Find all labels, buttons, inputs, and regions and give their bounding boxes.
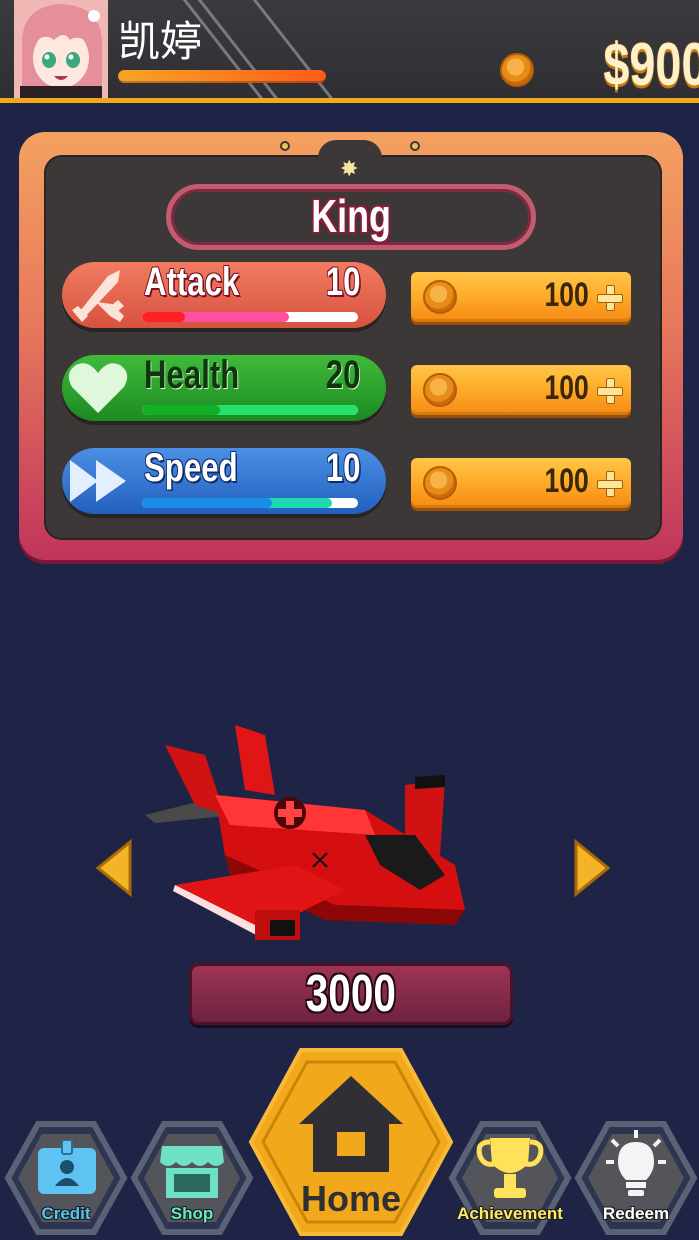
- stat-label: Attack: [144, 260, 240, 304]
- money-counter: $900: [602, 31, 699, 98]
- next-ship-arrow[interactable]: [572, 838, 612, 898]
- ship-name: King: [311, 190, 391, 242]
- plane-model: [145, 725, 465, 940]
- experience-bar: [118, 70, 326, 83]
- coin-icon: [423, 373, 457, 407]
- nav-credit[interactable]: Credit: [4, 1120, 128, 1236]
- stat-health: Health 20: [62, 353, 386, 421]
- rivet-icon: [280, 141, 290, 151]
- stat-progress-base: [142, 312, 186, 322]
- nav-label: Home: [300, 1178, 402, 1219]
- nav-label: Achievement: [457, 1204, 563, 1223]
- upgrade-cost: 100: [544, 462, 589, 500]
- swords-icon: [72, 270, 124, 322]
- nav-home[interactable]: Home: [245, 1044, 457, 1240]
- avatar[interactable]: [14, 0, 108, 98]
- stat-progress-bar: [142, 312, 358, 322]
- ship-price: 3000: [305, 965, 397, 1023]
- stat-progress-base: [142, 405, 220, 415]
- upgrade-cost: 100: [544, 369, 589, 407]
- star-icon: ✸: [340, 156, 359, 181]
- ship-name-plate: King: [166, 184, 536, 250]
- stat-speed: Speed 10: [62, 446, 386, 514]
- nav-label: Redeem: [602, 1204, 670, 1223]
- shop-icon: [160, 1146, 224, 1198]
- stat-progress-bar: [142, 498, 358, 508]
- stat-progress-base: [142, 498, 272, 508]
- stat-label: Speed: [144, 446, 238, 490]
- upgrade-cost: 100: [544, 276, 589, 314]
- rivet-icon: [410, 141, 420, 151]
- plus-icon: [597, 285, 623, 311]
- upgrade-speed-button[interactable]: 100: [411, 458, 631, 508]
- nav-label: Shop: [170, 1204, 214, 1223]
- top-bar: 凯婷 $900: [0, 0, 699, 103]
- upgrade-health-button[interactable]: 100: [411, 365, 631, 415]
- coin-icon: [423, 466, 457, 500]
- coin-icon: [423, 280, 457, 314]
- nav-redeem[interactable]: Redeem: [574, 1120, 698, 1236]
- ship-price-plate[interactable]: 3000: [189, 963, 513, 1025]
- coin-icon: [500, 53, 534, 87]
- plus-icon: [597, 378, 623, 404]
- stat-attack: Attack 10: [62, 260, 386, 328]
- stat-label: Health: [144, 353, 240, 397]
- stat-value: 10: [325, 260, 360, 304]
- fast-forward-icon: [70, 460, 126, 502]
- upgrade-attack-button[interactable]: 100: [411, 272, 631, 322]
- nav-shop[interactable]: Shop: [130, 1120, 254, 1236]
- nav-label: Credit: [41, 1204, 91, 1223]
- player-name: 凯婷: [118, 17, 203, 66]
- nav-achievement[interactable]: Achievement: [448, 1120, 572, 1236]
- id-card-icon: [38, 1140, 96, 1194]
- stat-progress-bar: [142, 405, 358, 415]
- stat-value: 20: [325, 353, 360, 397]
- heart-icon: [68, 363, 128, 413]
- trophy-icon: [476, 1138, 544, 1198]
- lightbulb-icon: [606, 1130, 666, 1196]
- previous-ship-arrow[interactable]: [94, 838, 134, 898]
- home-icon: [299, 1076, 403, 1172]
- stat-value: 10: [325, 446, 360, 490]
- decor-stripe: [196, 0, 297, 98]
- plus-icon: [597, 471, 623, 497]
